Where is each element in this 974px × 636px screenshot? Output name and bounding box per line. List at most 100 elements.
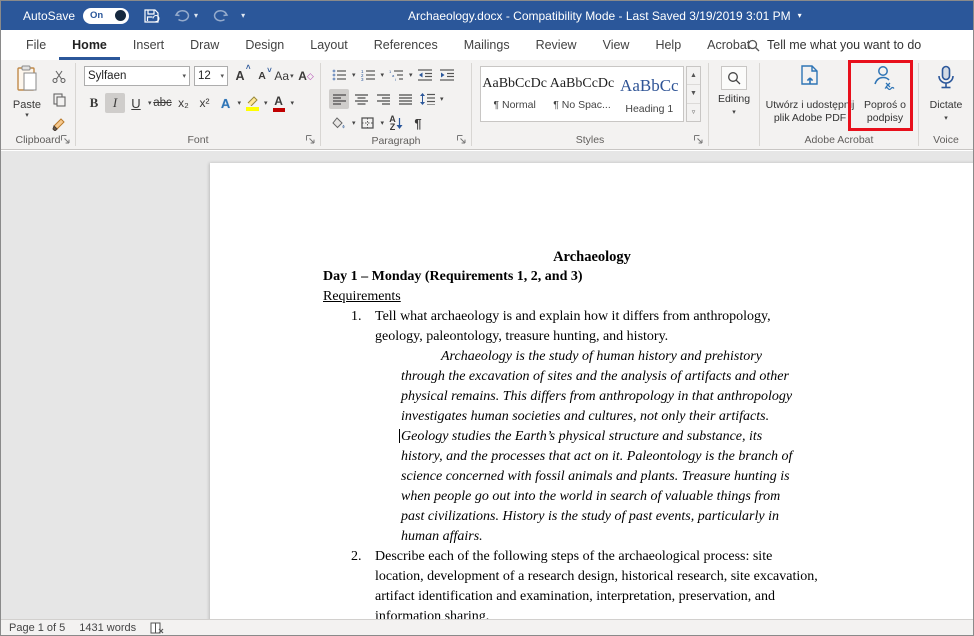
shading-button[interactable] <box>329 113 349 133</box>
bold-button[interactable]: B <box>84 93 104 113</box>
align-center-icon <box>354 93 368 105</box>
chevron-down-icon: ▾ <box>220 73 224 80</box>
tab-help[interactable]: Help <box>642 30 694 60</box>
italic-button[interactable]: I <box>105 93 125 113</box>
numbering-caret-icon[interactable]: ▾ <box>381 71 385 79</box>
save-icon[interactable] <box>143 8 160 24</box>
style-no-spacing[interactable]: AaBbCcDc ¶ No Spac... <box>548 67 615 121</box>
text-effects-button[interactable]: A <box>216 93 236 113</box>
bullets-button[interactable] <box>329 65 349 85</box>
tab-mailings[interactable]: Mailings <box>451 30 523 60</box>
shading-caret-icon[interactable]: ▾ <box>352 119 356 127</box>
sort-button[interactable]: AZ <box>386 113 406 133</box>
multilevel-list-icon: 1ai <box>389 69 404 81</box>
change-case-button[interactable]: Aa ▾ <box>274 66 294 86</box>
group-editing: Editing ▾ <box>709 60 759 149</box>
highlight-button[interactable] <box>242 93 262 113</box>
borders-caret-icon[interactable]: ▾ <box>381 119 385 127</box>
paste-button[interactable]: Paste ▾ <box>7 65 47 119</box>
multilevel-list-button[interactable]: 1ai <box>386 65 406 85</box>
tab-references[interactable]: References <box>361 30 451 60</box>
line-spacing-button[interactable] <box>417 89 437 109</box>
dictate-caret-icon: ▾ <box>944 115 948 123</box>
tab-design[interactable]: Design <box>232 30 297 60</box>
title-caret-icon[interactable]: ▾ <box>798 11 802 20</box>
toggle-knob-icon <box>115 10 127 21</box>
align-left-button[interactable] <box>329 89 349 109</box>
tab-file[interactable]: File <box>13 30 59 60</box>
underline-button[interactable]: U <box>126 93 146 113</box>
style-heading1[interactable]: AaBbCc Heading 1 <box>616 67 683 121</box>
sort-arrow-icon <box>396 117 403 129</box>
styles-scroll-up-button[interactable]: ▲ <box>687 67 700 86</box>
underline-caret-icon[interactable]: ▾ <box>148 99 152 107</box>
pdf-share-icon <box>801 65 818 85</box>
tab-home[interactable]: Home <box>59 30 120 60</box>
superscript-button[interactable]: x² <box>195 93 215 113</box>
clear-formatting-button[interactable]: A ◇ <box>296 66 316 86</box>
editing-button[interactable]: Editing ▾ <box>716 66 752 116</box>
cut-button[interactable] <box>49 66 69 86</box>
styles-dialog-launcher[interactable] <box>693 134 705 146</box>
justify-button[interactable] <box>395 89 415 109</box>
text-effects-caret-icon[interactable]: ▾ <box>238 99 242 107</box>
autosave-toggle[interactable]: On <box>83 7 130 24</box>
font-size-combobox[interactable]: 12 ▾ <box>194 66 228 86</box>
font-color-button[interactable]: A <box>269 93 289 113</box>
show-hide-formatting-button[interactable]: ¶ <box>408 113 428 133</box>
styles-scroll-down-button[interactable]: ▼ <box>687 85 700 104</box>
document-content: Archaeology Day 1 – Monday (Requirements… <box>323 247 861 619</box>
redo-icon[interactable] <box>212 8 229 23</box>
grow-font-button[interactable]: A <box>230 63 250 86</box>
bullets-caret-icon[interactable]: ▾ <box>352 71 356 79</box>
microphone-icon <box>938 65 954 89</box>
undo-caret-icon[interactable]: ▾ <box>194 11 198 20</box>
shrink-font-button[interactable]: A <box>252 66 272 86</box>
page-indicator[interactable]: Page 1 of 5 <box>9 622 65 634</box>
list-item: 1. Tell what archaeology is and explain … <box>351 309 771 344</box>
undo-icon[interactable] <box>174 8 191 23</box>
group-font: Sylfaen▾ 12▾ A A Aa▾ A◇ B I U ▾ abc x <box>76 60 320 149</box>
paste-caret-icon: ▾ <box>25 112 29 119</box>
highlight-caret-icon[interactable]: ▾ <box>264 99 268 107</box>
word-count[interactable]: 1431 words <box>79 622 136 634</box>
copy-icon <box>52 93 66 107</box>
request-signatures-button[interactable]: Poproś o podpisy <box>856 65 914 125</box>
strikethrough-button[interactable]: abc <box>153 93 173 113</box>
clipboard-group-label: Clipboard <box>1 130 75 149</box>
font-name-combobox[interactable]: Sylfaen ▾ <box>84 66 190 86</box>
dictate-button[interactable]: Dictate ▾ <box>926 65 966 122</box>
increase-indent-button[interactable] <box>437 65 457 85</box>
font-color-caret-icon[interactable]: ▾ <box>291 99 295 107</box>
proofing-errors-icon[interactable] <box>150 622 164 634</box>
clipboard-dialog-launcher[interactable] <box>60 134 72 146</box>
tab-review[interactable]: Review <box>523 30 590 60</box>
document-page[interactable]: Archaeology Day 1 – Monday (Requirements… <box>210 163 973 619</box>
decrease-indent-button[interactable] <box>415 65 435 85</box>
paint-bucket-icon <box>332 117 345 129</box>
svg-text:3: 3 <box>361 77 364 81</box>
font-dialog-launcher[interactable] <box>305 134 317 146</box>
tab-draw[interactable]: Draw <box>177 30 232 60</box>
align-right-button[interactable] <box>373 89 393 109</box>
group-clipboard: Paste ▾ Clipboard <box>1 60 75 149</box>
borders-button[interactable] <box>358 113 378 133</box>
multilevel-caret-icon[interactable]: ▾ <box>409 71 413 79</box>
window-title: Archaeology.docx - Compatibility Mode - … <box>408 8 802 23</box>
tab-layout[interactable]: Layout <box>297 30 361 60</box>
format-painter-icon <box>52 117 65 131</box>
tab-insert[interactable]: Insert <box>120 30 177 60</box>
quick-access-caret-icon[interactable]: ▾ <box>241 11 245 20</box>
tell-me-search[interactable]: Tell me what you want to do <box>747 30 921 60</box>
tab-view[interactable]: View <box>590 30 643 60</box>
numbering-button[interactable]: 123 <box>358 65 378 85</box>
styles-more-button[interactable]: ▿ <box>687 104 700 121</box>
style-normal[interactable]: AaBbCcDc ¶ Normal <box>481 67 548 121</box>
copy-button[interactable] <box>49 90 69 110</box>
align-center-button[interactable] <box>351 89 371 109</box>
subscript-button[interactable]: x₂ <box>174 93 194 113</box>
paragraph-dialog-launcher[interactable] <box>456 134 468 146</box>
font-color-swatch <box>272 107 285 112</box>
line-spacing-caret-icon[interactable]: ▾ <box>440 95 444 103</box>
create-pdf-button[interactable]: Utwórz i udostępnij plik Adobe PDF <box>764 65 856 125</box>
